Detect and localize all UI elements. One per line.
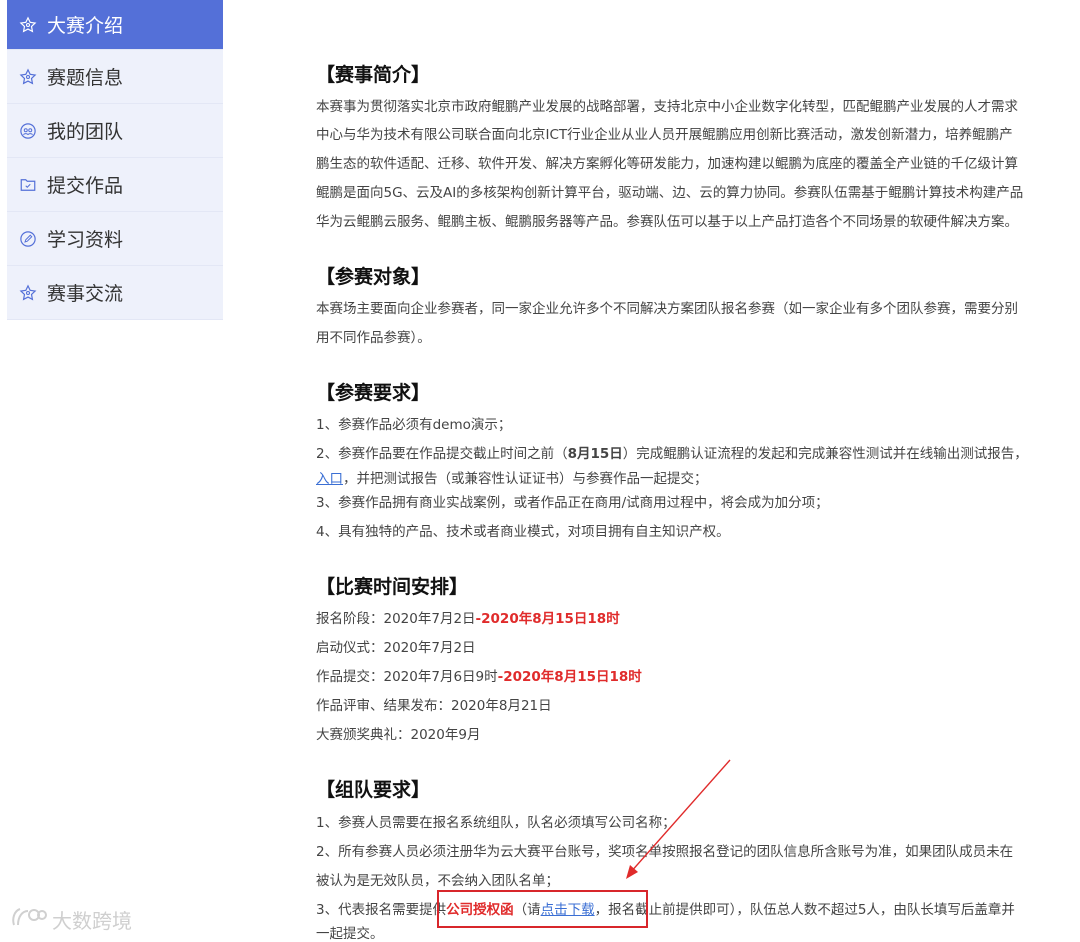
- target-line: 用不同作品参赛）。: [316, 330, 431, 346]
- schedule-deadline: -2020年8月15日18时: [475, 611, 620, 627]
- star-icon: [19, 283, 37, 302]
- entry-link[interactable]: 入口: [316, 471, 343, 487]
- watermark: 大数跨境: [10, 905, 132, 934]
- highlight-box: [437, 890, 648, 928]
- section-title-intro: 【赛事简介】: [316, 64, 431, 86]
- sidebar-item-intro[interactable]: 大赛介绍: [7, 0, 223, 50]
- target-line: 本赛场主要面向企业参赛者，同一家企业允许多个不同解决方案团队报名参赛（如一家企业…: [316, 301, 1018, 317]
- schedule-award: 大赛颁奖典礼：2020年9月: [316, 727, 481, 743]
- section-title-schedule: 【比赛时间安排】: [316, 576, 469, 598]
- sidebar-item-label: 赛事交流: [47, 283, 124, 305]
- sidebar: 大赛介绍 赛题信息 我的团队 提交作品 学习资料 赛事交流: [7, 0, 223, 320]
- sidebar-item-label: 赛题信息: [47, 67, 124, 89]
- sidebar-item-label: 提交作品: [47, 175, 124, 197]
- folder-icon: [19, 176, 37, 194]
- team-item-cont: 一起提交。: [316, 926, 384, 942]
- sidebar-item-team[interactable]: 我的团队: [7, 104, 223, 158]
- intro-line: 华为云鲲鹏云服务、鲲鹏主板、鲲鹏服务器等产品。参赛队伍可以基于以上产品打造各个不…: [316, 214, 1018, 230]
- watermark-text: 大数跨境: [52, 909, 132, 933]
- team-item-cont: 被认为是无效队员，不会纳入团队名单；: [316, 873, 559, 889]
- team-item: 3、代表报名需要提供公司授权函（请点击下载，报名截止前提供即可），队伍总人数不超…: [316, 898, 1015, 918]
- star-icon: [19, 15, 37, 34]
- schedule-registration: 报名阶段：2020年7月2日-2020年8月15日18时: [316, 607, 620, 627]
- requirement-item: 4、具有独特的产品、技术或者商业模式，对项目拥有自主知识产权。: [316, 524, 730, 540]
- requirement-item: 3、参赛作品拥有商业实战案例，或者作品正在商用/试商用过程中，将会成为加分项；: [316, 495, 829, 511]
- team-icon: [19, 122, 37, 140]
- intro-line: 鹏生态的软件适配、迁移、软件开发、解决方案孵化等研发能力，加速构建以鲲鹏为底座的…: [316, 156, 1018, 172]
- requirement-item-cont: 入口，并把测试报告（或兼容性认证证书）与参赛作品一起提交；: [316, 467, 708, 487]
- annotation-arrow: [626, 759, 731, 879]
- sidebar-item-label: 我的团队: [47, 121, 124, 143]
- intro-line: 中心与华为技术有限公司联合面向北京ICT行业企业从业人员开展鲲鹏应用创新比赛活动…: [316, 127, 1013, 143]
- pen-icon: [19, 230, 37, 248]
- schedule-text: 作品提交：2020年7月6日9时: [316, 669, 498, 685]
- schedule-launch: 启动仪式：2020年7月2日: [316, 640, 476, 656]
- schedule-deadline: -2020年8月15日18时: [497, 669, 642, 685]
- sidebar-item-forum[interactable]: 赛事交流: [7, 266, 223, 320]
- intro-line: 鲲鹏是面向5G、云及AI的多核架构创新计算平台，驱动端、边、云的算力协同。参赛队…: [316, 185, 1024, 201]
- logo-icon: [10, 905, 48, 934]
- section-title-team: 【组队要求】: [316, 779, 431, 801]
- sidebar-item-label: 学习资料: [47, 229, 124, 251]
- section-title-target: 【参赛对象】: [316, 266, 431, 288]
- schedule-review: 作品评审、结果发布：2020年8月21日: [316, 698, 552, 714]
- section-title-requirements: 【参赛要求】: [316, 382, 431, 404]
- schedule-text: 报名阶段：2020年7月2日: [316, 611, 476, 627]
- schedule-submission: 作品提交：2020年7月6日9时-2020年8月15日18时: [316, 665, 642, 685]
- requirement-item: 1、参赛作品必须有demo演示；: [316, 417, 512, 433]
- star-icon: [19, 67, 37, 86]
- team-text: ，报名截止前提供即可），队伍总人数不超过5人，由队长填写后盖章并: [594, 902, 1015, 918]
- sidebar-item-submit[interactable]: 提交作品: [7, 158, 223, 212]
- requirement-text: 2、参赛作品要在作品提交截止时间之前（: [316, 446, 568, 462]
- sidebar-item-materials[interactable]: 学习资料: [7, 212, 223, 266]
- sidebar-item-topics[interactable]: 赛题信息: [7, 50, 223, 104]
- sidebar-item-label: 大赛介绍: [47, 15, 124, 37]
- requirement-item: 2、参赛作品要在作品提交截止时间之前（8月15日）完成鲲鹏认证流程的发起和完成兼…: [316, 442, 1028, 462]
- deadline-date: 8月15日: [567, 446, 623, 462]
- requirement-text: ）完成鲲鹏认证流程的发起和完成兼容性测试并在线输出测试报告，: [622, 446, 1028, 462]
- team-text: 3、代表报名需要提供: [316, 902, 447, 918]
- intro-line: 本赛事为贯彻落实北京市政府鲲鹏产业发展的战略部署，支持北京中小企业数字化转型，匹…: [316, 99, 1018, 115]
- requirement-text: ，并把测试报告（或兼容性认证证书）与参赛作品一起提交；: [343, 471, 708, 487]
